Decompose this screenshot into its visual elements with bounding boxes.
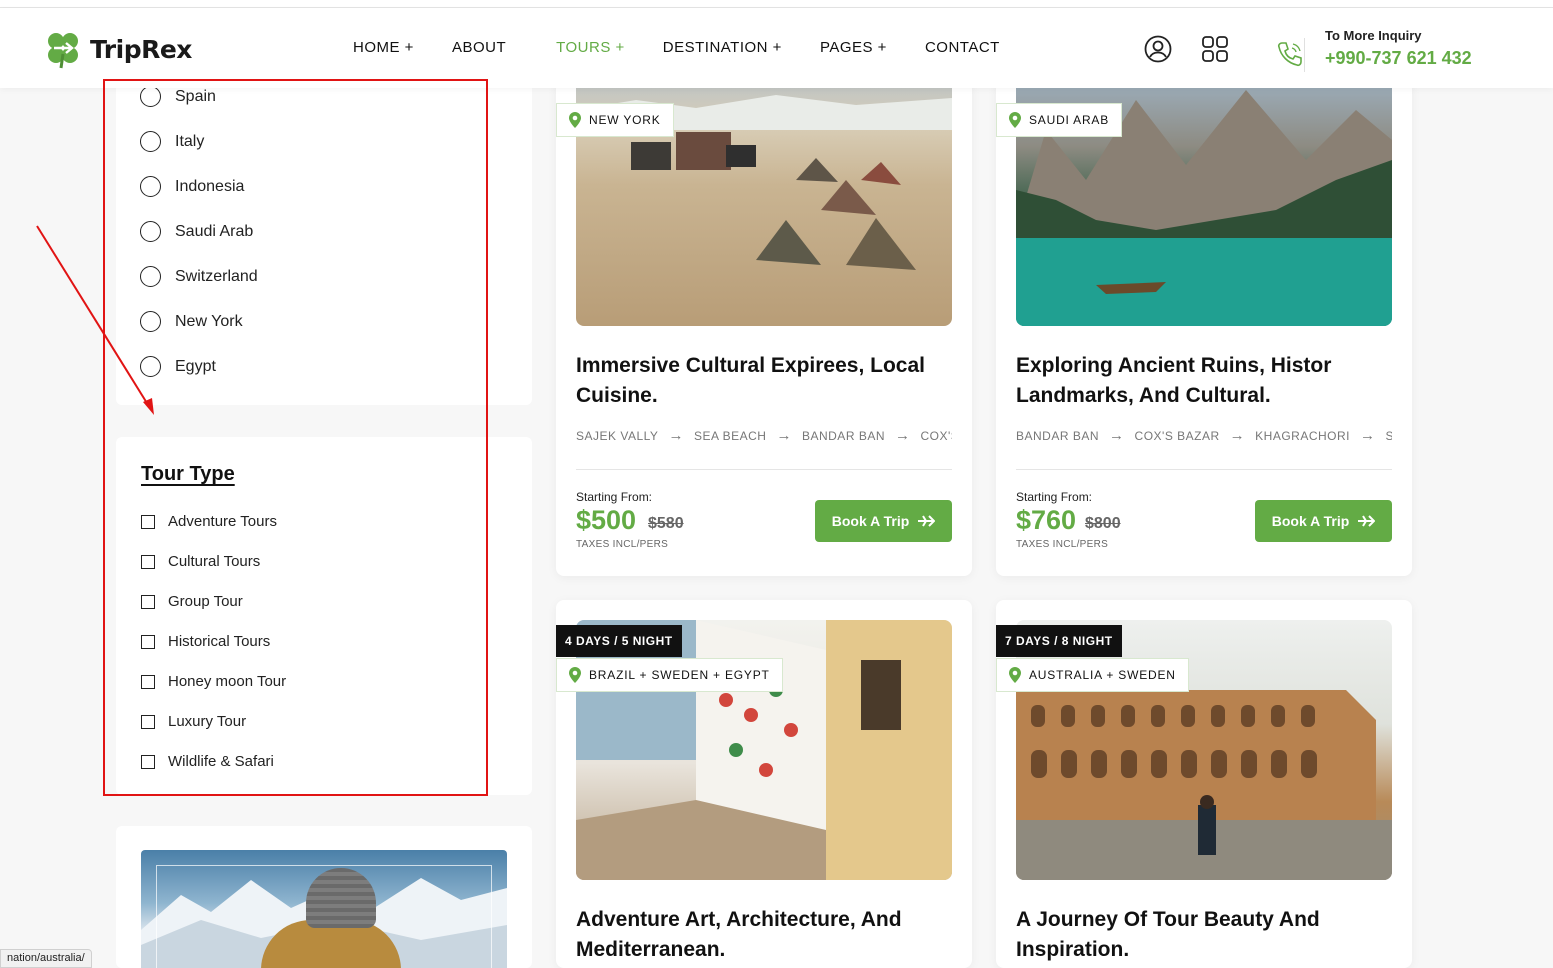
book-trip-button[interactable]: Book A Trip [815,500,952,542]
nav-home[interactable]: HOME + [353,39,414,56]
arrow-right-icon: → [1109,427,1125,444]
nav-about[interactable]: ABOUT [452,39,506,56]
tour-type-filter-card [116,437,532,795]
promo-image [141,850,507,968]
arrow-right-icon: → [895,427,911,444]
map-pin-icon [1009,112,1021,128]
radio-button[interactable] [140,176,161,197]
book-trip-button[interactable]: Book A Trip [1255,500,1392,542]
starting-from-label: Starting From: [576,490,653,504]
tour-type-group[interactable]: Group Tour [141,593,243,610]
location-badge: SAUDI ARAB [996,103,1123,137]
checkbox[interactable] [141,754,155,769]
checkbox[interactable] [141,634,155,649]
map-pin-icon [1009,667,1021,683]
starting-from-label: Starting From: [1016,490,1093,504]
tour-type-historical[interactable]: Historical Tours [141,633,270,650]
location-badge: BRAZIL + SWEDEN + EGYPT [556,658,783,692]
radio-button[interactable] [140,356,161,377]
status-bar-url: nation/australia/ [0,949,92,968]
radio-button[interactable] [140,266,161,287]
destination-option-new-york[interactable]: New York [140,311,243,332]
tour-type-honeymoon[interactable]: Honey moon Tour [141,673,286,690]
promo-frame [156,865,492,968]
phone-icon [1277,42,1302,67]
tour-old-price: $800 [1085,515,1121,532]
tour-old-price: $580 [648,515,684,532]
taxes-note: TAXES INCL/PERS [576,539,669,550]
location-badge: NEW YORK [556,103,674,137]
header-divider [1304,38,1305,72]
tour-title[interactable]: Immersive Cultural Expirees, Local Cuisi… [576,351,956,411]
airplane-icon [918,515,936,527]
arrow-right-icon: → [1229,427,1246,444]
inquiry-label: To More Inquiry [1325,28,1422,43]
card-divider [1016,469,1392,470]
nav-contact[interactable]: CONTACT [925,39,1000,56]
destination-option-italy[interactable]: Italy [140,131,204,152]
main-nav: HOME + ABOUT TOURS + DESTINATION + PAGES… [353,39,1038,56]
tour-type-wildlife[interactable]: Wildlife & Safari [141,753,274,770]
map-pin-icon [569,667,581,683]
nav-pages[interactable]: PAGES + [820,39,887,56]
checkbox[interactable] [141,554,155,569]
checkbox[interactable] [141,674,155,689]
radio-button[interactable] [140,86,161,107]
tour-type-heading: Tour Type [141,463,235,485]
destination-option-egypt[interactable]: Egypt [140,356,216,377]
logo[interactable]: TripRex [42,28,192,70]
nav-destination[interactable]: DESTINATION + [663,39,782,56]
radio-button[interactable] [140,131,161,152]
arrow-right-icon: → [1360,427,1376,444]
airplane-icon [1358,515,1376,527]
checkbox[interactable] [141,514,155,529]
tour-price: $500 [576,505,637,535]
destination-option-switzerland[interactable]: Switzerland [140,266,258,287]
duration-badge: 4 DAYS / 5 NIGHT [556,625,682,657]
nav-tours[interactable]: TOURS + [556,39,625,56]
radio-button[interactable] [140,221,161,242]
duration-badge: 7 DAYS / 8 NIGHT [996,625,1122,657]
tour-title[interactable]: Adventure Art, Architecture, And Mediter… [576,905,956,965]
tour-type-cultural[interactable]: Cultural Tours [141,553,260,570]
tour-type-luxury[interactable]: Luxury Tour [141,713,246,730]
user-icon[interactable] [1144,35,1172,63]
radio-button[interactable] [140,311,161,332]
taxes-note: TAXES INCL/PERS [1016,539,1109,550]
destination-option-spain[interactable]: Spain [140,86,216,107]
tour-title[interactable]: A Journey Of Tour Beauty And Inspiration… [1016,905,1396,965]
tour-title[interactable]: Exploring Ancient Ruins, Histor Landmark… [1016,351,1396,411]
grid-menu-icon[interactable] [1201,35,1229,63]
logo-text: TripRex [90,34,192,64]
checkbox[interactable] [141,594,155,609]
checkbox[interactable] [141,714,155,729]
clover-logo-icon [48,33,78,69]
site-header: TripRex HOME + ABOUT TOURS + DESTINATION… [0,8,1553,88]
tour-price: $760 [1016,505,1077,535]
arrow-right-icon: → [776,427,792,444]
tour-type-adventure[interactable]: Adventure Tours [141,513,277,530]
browser-top-strip [0,0,1553,8]
destination-option-saudi-arab[interactable]: Saudi Arab [140,221,253,242]
inquiry-phone[interactable]: +990-737 621 432 [1325,48,1472,69]
card-divider [576,469,952,470]
arrow-right-icon: → [668,427,684,444]
location-badge: AUSTRALIA + SWEDEN [996,658,1189,692]
tour-route: BANDAR BAN→ COX'S BAZAR→ KHAGRACHORI→ SA [1016,427,1392,444]
tour-route: SAJEK VALLY → SEA BEACH → BANDAR BAN → COX'… [576,427,952,444]
map-pin-icon [569,112,581,128]
destination-option-indonesia[interactable]: Indonesia [140,176,244,197]
